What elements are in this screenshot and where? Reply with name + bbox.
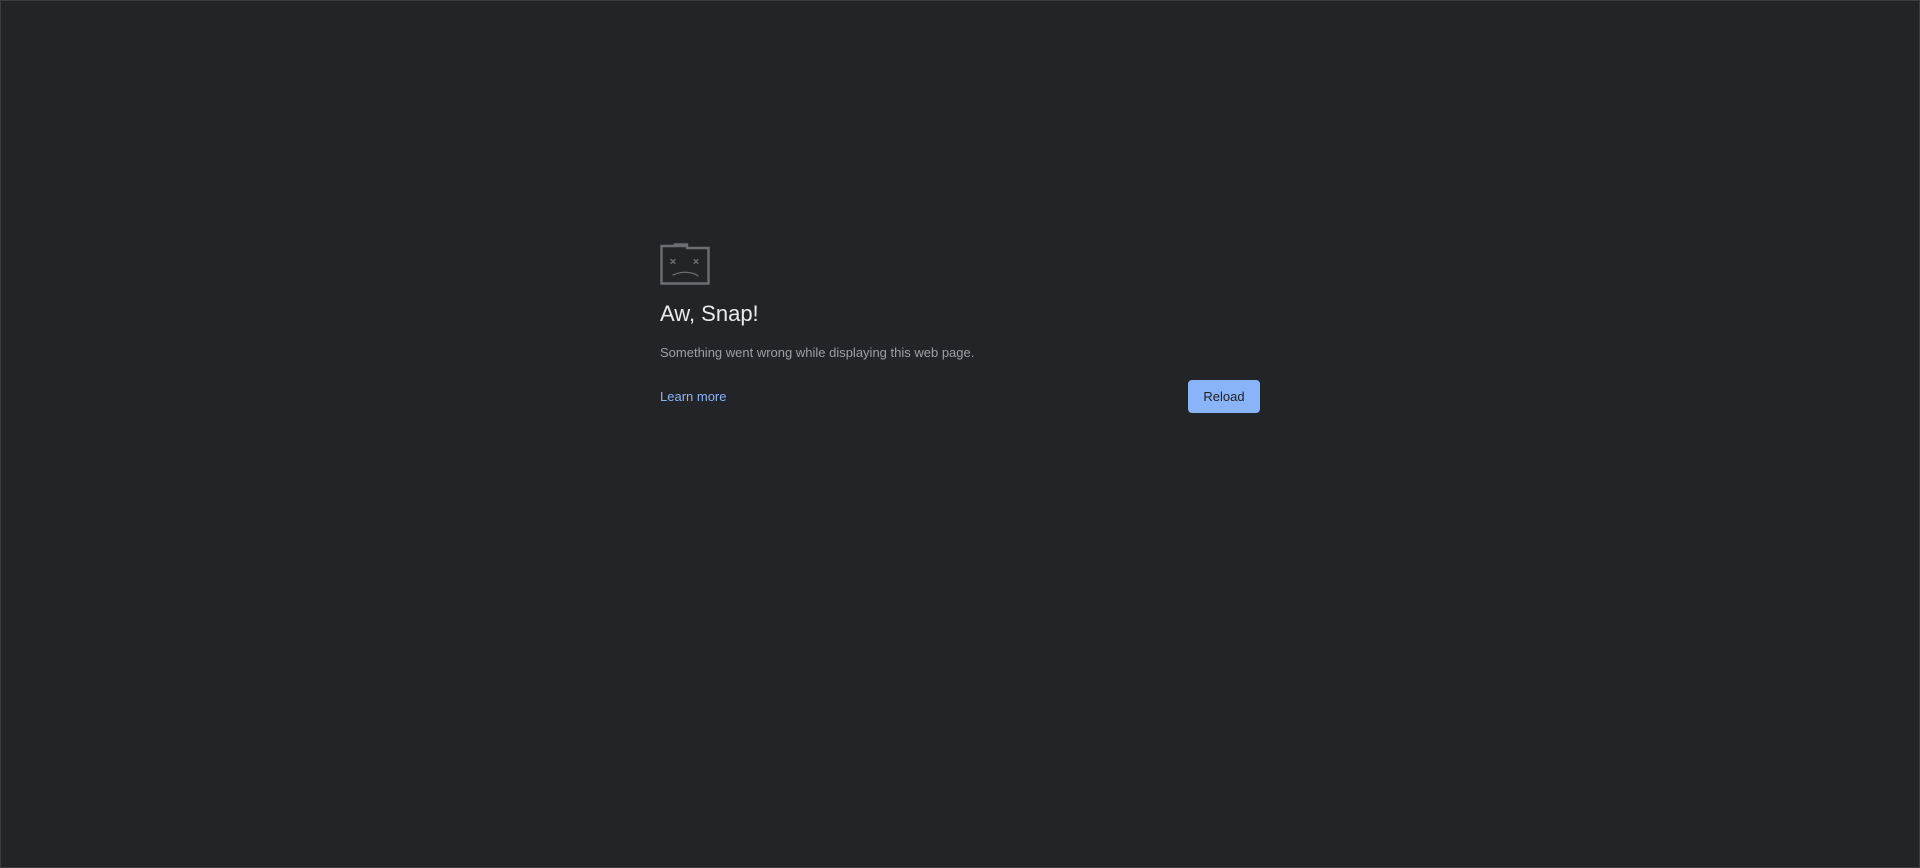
crash-error-card: Aw, Snap! Something went wrong while dis… bbox=[660, 243, 1260, 413]
error-message: Something went wrong while displaying th… bbox=[660, 345, 975, 361]
error-actions: Learn more Reload bbox=[660, 379, 1260, 413]
learn-more-link[interactable]: Learn more bbox=[660, 389, 726, 404]
reload-button[interactable]: Reload bbox=[1188, 379, 1260, 413]
browser-page: Aw, Snap! Something went wrong while dis… bbox=[0, 0, 1920, 868]
sad-tab-icon bbox=[660, 243, 710, 285]
error-heading: Aw, Snap! bbox=[660, 301, 759, 326]
